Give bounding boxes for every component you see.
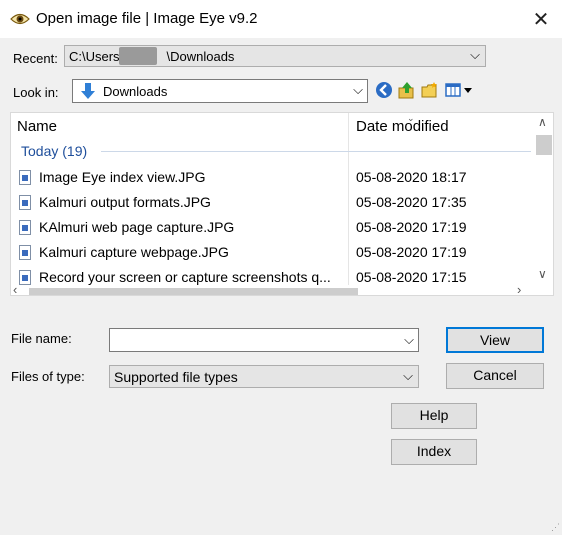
cancel-button[interactable]: Cancel — [446, 363, 544, 389]
look-in-value: Downloads — [103, 84, 168, 99]
column-header-date[interactable]: Date modified — [356, 118, 449, 135]
vertical-scrollbar[interactable]: ∧ ∨ — [533, 113, 553, 285]
file-name: Image Eye index view.JPG — [39, 169, 206, 185]
file-list[interactable]: Name ⌄ Date modified Today (19) Image Ey… — [10, 112, 554, 296]
image-file-icon — [19, 220, 31, 235]
up-folder-icon[interactable] — [398, 81, 416, 99]
horizontal-scroll-thumb[interactable] — [29, 288, 358, 295]
list-item[interactable]: Kalmuri output formats.JPG 05-08-2020 17… — [11, 190, 531, 215]
window-title: Open image file | Image Eye v9.2 — [36, 10, 258, 27]
image-file-icon — [19, 245, 31, 260]
view-button[interactable]: View — [446, 327, 544, 353]
scroll-up-icon[interactable]: ∧ — [538, 115, 547, 129]
image-file-icon — [19, 170, 31, 185]
group-divider — [101, 151, 531, 152]
group-header[interactable]: Today (19) — [21, 143, 87, 159]
chevron-down-icon: ⌵ — [353, 82, 363, 97]
vertical-scroll-thumb[interactable] — [536, 135, 552, 155]
list-item[interactable]: Image Eye index view.JPG 05-08-2020 18:1… — [11, 165, 531, 190]
help-button[interactable]: Help — [391, 403, 477, 429]
file-name-input[interactable]: ⌵ — [109, 328, 419, 352]
chevron-down-icon: ⌵ — [403, 368, 413, 383]
eye-icon — [10, 13, 30, 25]
close-button[interactable]: ✕ — [520, 0, 562, 38]
files-of-type-label: Files of type: — [11, 369, 85, 384]
resize-grip-icon[interactable]: ⋰ — [551, 522, 560, 533]
back-icon[interactable] — [375, 81, 393, 99]
file-name: KAlmuri web page capture.JPG — [39, 219, 235, 235]
chevron-down-icon[interactable]: ⌵ — [404, 332, 414, 348]
list-item[interactable]: KAlmuri web page capture.JPG 05-08-2020 … — [11, 215, 531, 240]
file-name: Kalmuri output formats.JPG — [39, 194, 211, 210]
horizontal-scrollbar[interactable]: ‹ › — [11, 282, 533, 295]
view-menu-icon[interactable] — [445, 81, 475, 99]
file-name: Record your screen or capture screenshot… — [39, 269, 331, 285]
file-date: 05-08-2020 17:15 — [356, 269, 467, 285]
new-folder-icon[interactable] — [421, 81, 439, 99]
file-name: Kalmuri capture webpage.JPG — [39, 244, 229, 260]
look-in-dropdown[interactable]: Downloads ⌵ — [72, 79, 368, 103]
look-in-label: Look in: — [13, 85, 59, 100]
image-file-icon — [19, 270, 31, 285]
redaction-block — [119, 47, 157, 65]
scroll-left-icon[interactable]: ‹ — [13, 282, 17, 295]
file-date: 05-08-2020 17:19 — [356, 219, 467, 235]
list-item[interactable]: Kalmuri capture webpage.JPG 05-08-2020 1… — [11, 240, 531, 265]
image-file-icon — [19, 195, 31, 210]
files-of-type-dropdown[interactable]: Supported file types ⌵ — [109, 365, 419, 388]
scroll-down-icon[interactable]: ∨ — [538, 267, 547, 281]
recent-label: Recent: — [13, 51, 58, 66]
chevron-down-icon: ⌵ — [470, 47, 480, 62]
column-header-name[interactable]: Name — [17, 118, 57, 135]
title-bar: Open image file | Image Eye v9.2 ✕ — [0, 0, 562, 38]
index-button[interactable]: Index — [391, 439, 477, 465]
files-of-type-value: Supported file types — [114, 369, 238, 385]
scroll-right-icon[interactable]: › — [517, 282, 521, 295]
file-name-label: File name: — [11, 331, 72, 346]
file-date: 05-08-2020 18:17 — [356, 169, 467, 185]
file-date: 05-08-2020 17:35 — [356, 194, 467, 210]
download-arrow-icon — [81, 83, 95, 99]
file-date: 05-08-2020 17:19 — [356, 244, 467, 260]
